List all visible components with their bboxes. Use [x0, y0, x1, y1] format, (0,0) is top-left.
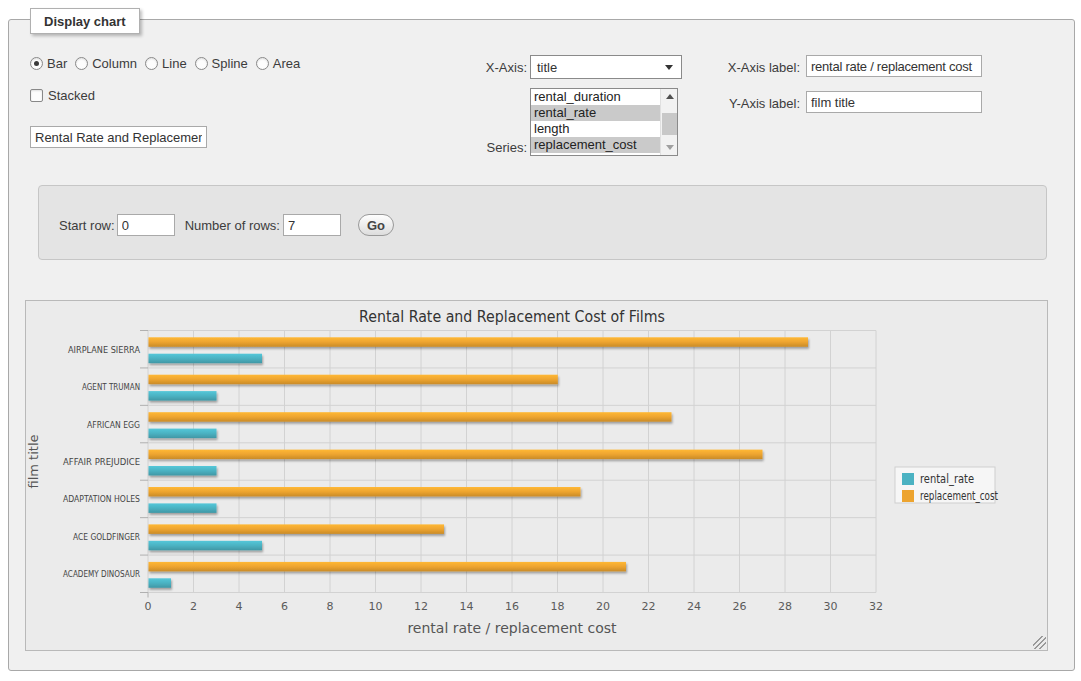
chart-type-column[interactable]: Column — [75, 56, 137, 71]
resize-handle-icon[interactable] — [1033, 636, 1046, 649]
radio-icon[interactable] — [30, 57, 43, 70]
series-option-rental_rate[interactable]: rental_rate — [531, 105, 677, 121]
stacked-label: Stacked — [48, 88, 95, 103]
chevron-down-icon — [665, 65, 673, 70]
radio-icon[interactable] — [256, 57, 269, 70]
num-rows-label: Number of rows: — [185, 218, 280, 233]
series-options: rental_durationrental_ratelengthreplacem… — [531, 89, 677, 153]
start-row-input[interactable] — [117, 214, 175, 236]
category-label: AFFAIR PREJUDICE — [63, 457, 140, 467]
svg-text:rental_rate: rental_rate — [920, 472, 974, 486]
svg-text:16: 16 — [505, 600, 519, 613]
chart-type-label: Bar — [47, 56, 67, 71]
x-axis-select-value: title — [537, 60, 557, 75]
bar-chart: AIRPLANE SIERRA AGENT TRUMAN AFRICAN EGG AF… — [26, 301, 1047, 654]
svg-text:film title: film title — [26, 434, 41, 488]
page: Display chart Bar Column Line Spline Area St… — [0, 0, 1081, 681]
start-row-label: Start row: — [59, 218, 115, 233]
row-controls-panel: Start row: Number of rows: Go — [38, 185, 1047, 260]
chart-type-label: Line — [162, 56, 187, 71]
x-axis-label-label: X-Axis label: — [700, 60, 800, 75]
svg-text:14: 14 — [460, 600, 474, 613]
svg-text:24: 24 — [687, 600, 701, 613]
svg-text:12: 12 — [414, 600, 428, 613]
x-axis-select[interactable]: title — [530, 55, 682, 79]
chart-type-line[interactable]: Line — [145, 56, 187, 71]
svg-text:22: 22 — [642, 600, 656, 613]
chart-type-label: Spline — [212, 56, 248, 71]
svg-text:20: 20 — [596, 600, 610, 613]
scrollbar[interactable] — [660, 89, 677, 155]
stacked-checkbox[interactable] — [30, 89, 43, 102]
category-label: AGENT TRUMAN — [82, 382, 140, 392]
series-multiselect[interactable]: rental_durationrental_ratelengthreplacem… — [530, 88, 678, 156]
fieldset-legend: Display chart — [30, 8, 140, 34]
chart-type-bar[interactable]: Bar — [30, 56, 67, 71]
svg-text:replacement_cost: replacement_cost — [920, 489, 998, 503]
series-option-replacement_cost[interactable]: replacement_cost — [531, 137, 677, 153]
svg-text:4: 4 — [236, 600, 243, 613]
chart-type-area[interactable]: Area — [256, 56, 300, 71]
series-option-rental_duration[interactable]: rental_duration — [531, 89, 677, 105]
chart-type-radios: Bar Column Line Spline Area — [30, 56, 308, 71]
category-label: ACADEMY DINOSAUR — [63, 569, 140, 579]
scroll-down-button[interactable] — [661, 140, 678, 155]
svg-text:2: 2 — [190, 600, 197, 613]
chart-type-label: Column — [92, 56, 137, 71]
svg-text:8: 8 — [327, 600, 334, 613]
y-axis-label-input[interactable] — [806, 91, 982, 113]
y-axis-label-label: Y-Axis label: — [700, 96, 800, 111]
x-axis-select-label: X-Axis: — [430, 60, 527, 75]
stacked-row: Stacked — [30, 88, 95, 103]
radio-icon[interactable] — [145, 57, 158, 70]
svg-text:10: 10 — [369, 600, 383, 613]
chart-type-spline[interactable]: Spline — [195, 56, 248, 71]
category-label: ACE GOLDFINGER — [73, 532, 140, 542]
scroll-up-button[interactable] — [661, 89, 678, 104]
category-label: AIRPLANE SIERRA — [68, 345, 141, 355]
radio-icon[interactable] — [195, 57, 208, 70]
scrollbar-thumb[interactable] — [662, 113, 677, 135]
series-select-label: Series: — [430, 140, 527, 155]
arrow-down-icon — [666, 145, 674, 150]
chart-title-input[interactable] — [30, 126, 207, 148]
svg-text:18: 18 — [551, 600, 565, 613]
arrow-up-icon — [666, 94, 674, 99]
chart-panel: AIRPLANE SIERRA AGENT TRUMAN AFRICAN EGG AF… — [25, 300, 1048, 651]
svg-text:30: 30 — [824, 600, 838, 613]
svg-text:6: 6 — [281, 600, 288, 613]
category-label: ADAPTATION HOLES — [63, 494, 140, 504]
chart-type-label: Area — [273, 56, 300, 71]
series-option-length[interactable]: length — [531, 121, 677, 137]
radio-icon[interactable] — [75, 57, 88, 70]
svg-text:rental rate / replacement cost: rental rate / replacement cost — [407, 620, 617, 636]
x-axis-label-input[interactable] — [806, 55, 982, 77]
go-button[interactable]: Go — [358, 214, 394, 236]
num-rows-input[interactable] — [283, 214, 341, 236]
svg-text:Rental Rate and Replacement Co: Rental Rate and Replacement Cost of Film… — [359, 308, 665, 326]
svg-text:32: 32 — [869, 600, 883, 613]
svg-text:0: 0 — [145, 600, 152, 613]
svg-text:28: 28 — [778, 600, 792, 613]
category-label: AFRICAN EGG — [87, 420, 140, 430]
svg-text:26: 26 — [733, 600, 747, 613]
